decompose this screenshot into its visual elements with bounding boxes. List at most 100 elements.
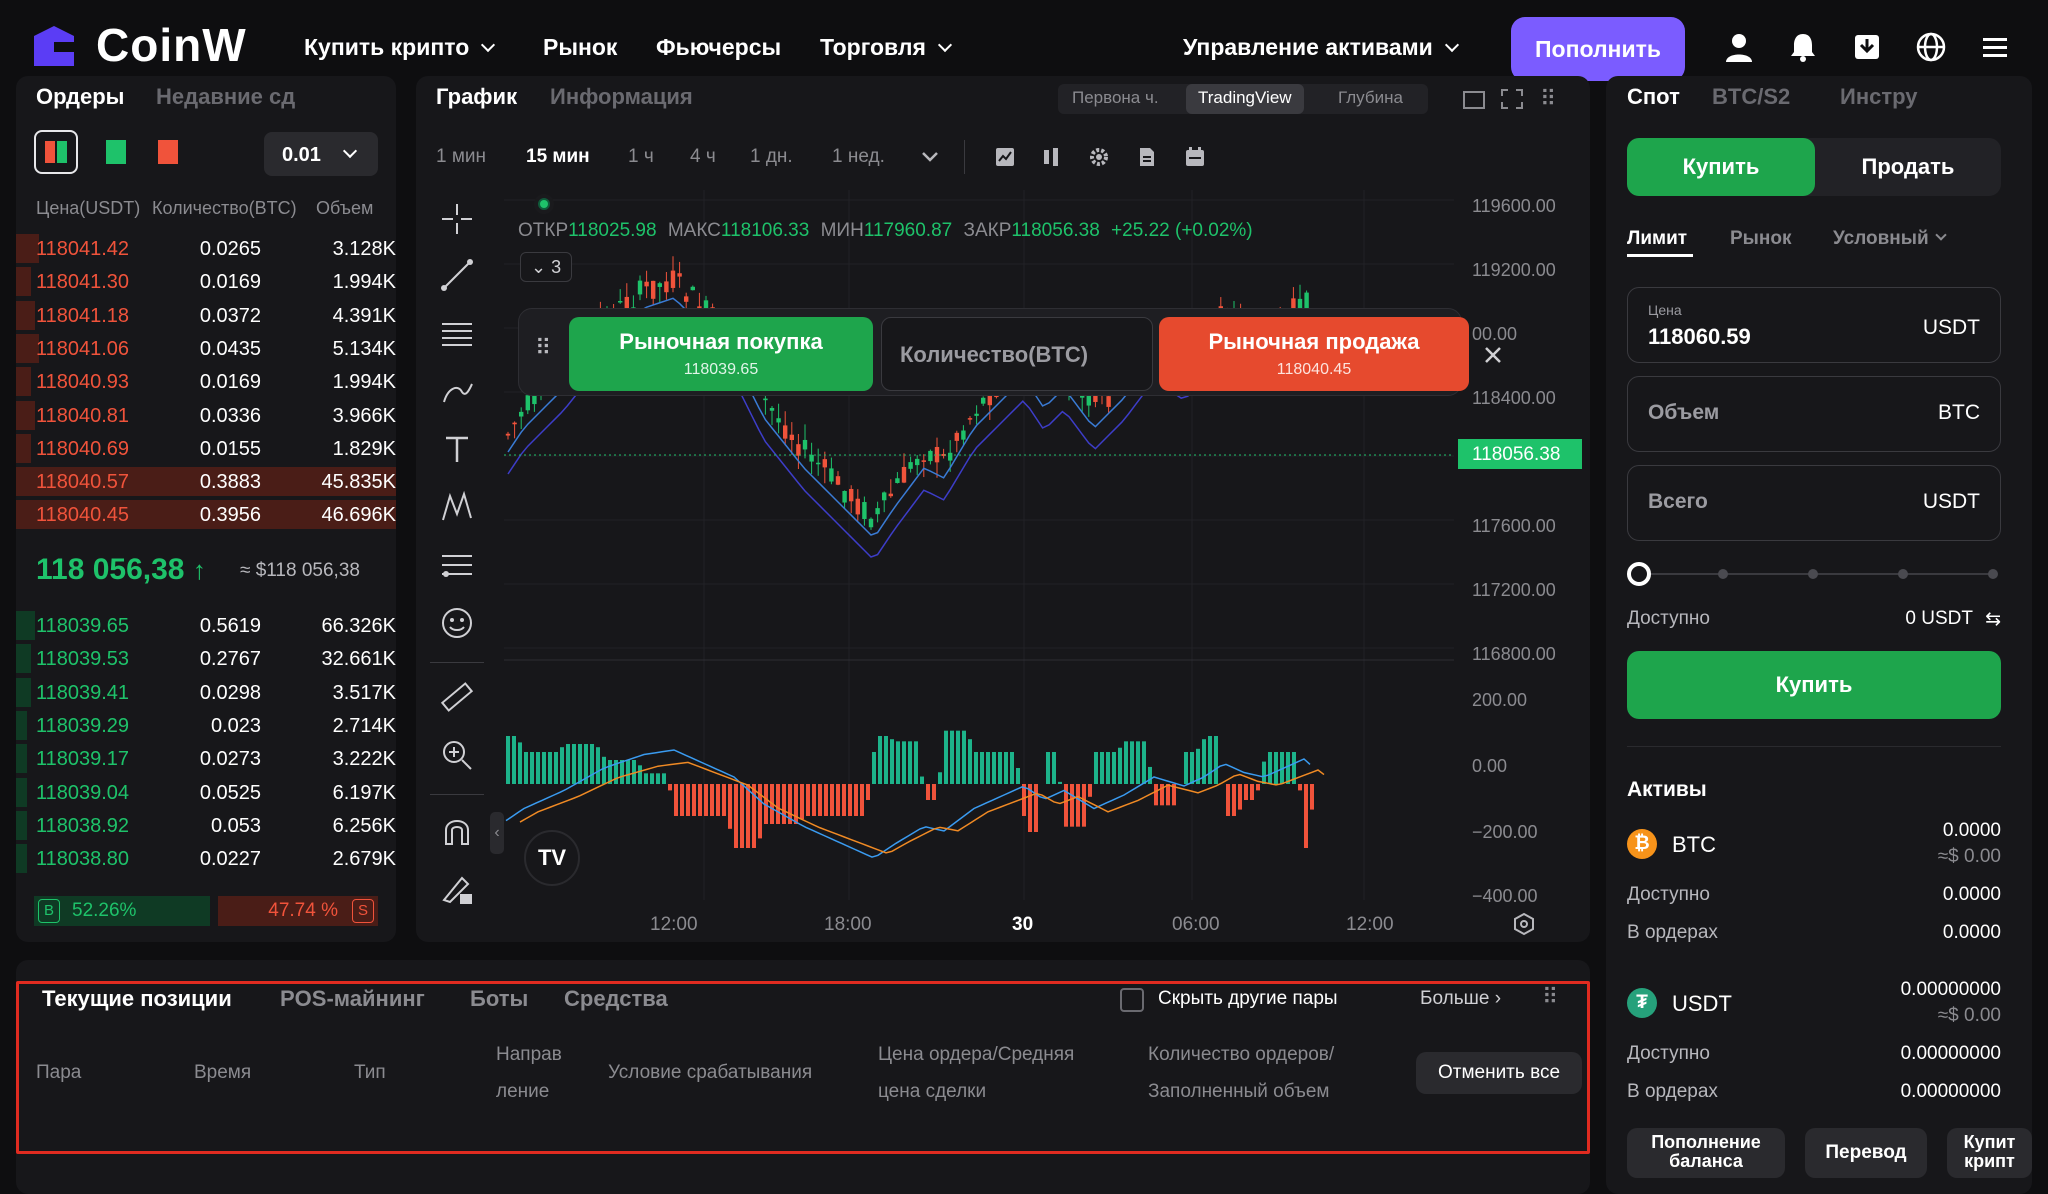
timeframe-2[interactable]: 1 ч: [628, 146, 654, 168]
menu-icon[interactable]: [1978, 30, 2012, 64]
bid-row[interactable]: 118039.65 0.5619 66.326K: [16, 609, 396, 642]
text-tool-icon[interactable]: [440, 432, 474, 466]
candles-icon[interactable]: [1040, 146, 1062, 168]
magnet-icon[interactable]: [440, 814, 474, 848]
nav-trading[interactable]: Торговля: [820, 34, 952, 61]
indicators-toggle[interactable]: ⌄ 3: [520, 252, 572, 282]
ruler-icon[interactable]: [440, 680, 474, 714]
lock-drawing-icon[interactable]: [440, 872, 474, 906]
ask-row[interactable]: 118040.69 0.0155 1.829K: [16, 432, 396, 465]
tab-info[interactable]: Информация: [550, 84, 693, 110]
total-field[interactable]: Всего USDT: [1627, 465, 2001, 541]
tab-spot[interactable]: Спот: [1627, 84, 1680, 110]
timeframe-0[interactable]: 1 мин: [436, 146, 486, 168]
bid-row[interactable]: 118039.41 0.0298 3.517K: [16, 676, 396, 709]
buy-tab[interactable]: Купить: [1627, 138, 1815, 196]
order-type-conditional[interactable]: Условный: [1833, 228, 1947, 250]
ask-row[interactable]: 118041.06 0.0435 5.134K: [16, 332, 396, 365]
bid-row[interactable]: 118039.17 0.0273 3.222K: [16, 742, 396, 775]
view-both-button[interactable]: [34, 130, 78, 174]
collapse-toolbar-button[interactable]: ‹: [490, 812, 504, 854]
market-sell-button[interactable]: Рыночная продажа 118040.45: [1159, 317, 1469, 391]
more-link[interactable]: Больше ›: [1420, 988, 1501, 1010]
transfer-icon[interactable]: ⇆: [1985, 608, 2001, 631]
drag-handle-icon[interactable]: ⠿: [1542, 984, 1558, 1010]
tab-current-positions[interactable]: Текущие позиции: [42, 986, 232, 1012]
hide-pairs-label[interactable]: Скрыть другие пары: [1158, 988, 1338, 1010]
emoji-icon[interactable]: [440, 606, 474, 640]
slider-handle[interactable]: [1627, 562, 1651, 586]
deposit-balance-button[interactable]: Пополнение баланса: [1627, 1128, 1785, 1178]
tab-pos-mining[interactable]: POS-майнинг: [280, 986, 425, 1012]
view-tradingview[interactable]: TradingView: [1186, 84, 1304, 114]
crosshair-icon[interactable]: [440, 202, 474, 236]
nav-buy-crypto[interactable]: Купить крипто: [304, 34, 496, 61]
quick-qty-input[interactable]: Количество(BTC): [881, 317, 1153, 391]
timeframe-4[interactable]: 1 дн.: [750, 146, 793, 168]
order-type-market[interactable]: Рынок: [1730, 228, 1792, 250]
chevron-down-icon[interactable]: [918, 146, 942, 168]
ask-row[interactable]: 118040.45 0.3956 46.696K: [16, 498, 396, 531]
deposit-button[interactable]: Пополнить: [1511, 17, 1685, 81]
tab-funds[interactable]: Средства: [564, 986, 668, 1012]
ask-row[interactable]: 118040.81 0.0336 3.966K: [16, 399, 396, 432]
submit-buy-button[interactable]: Купить: [1627, 651, 2001, 719]
document-icon[interactable]: [1136, 146, 1158, 168]
drag-handle-icon[interactable]: ⠿: [1540, 86, 1556, 112]
chart-type-icon[interactable]: [994, 146, 1016, 168]
brand-name[interactable]: CoinW: [96, 18, 247, 72]
chart-settings-icon[interactable]: [1512, 912, 1536, 936]
market-buy-button[interactable]: Рыночная покупка 118039.65: [569, 317, 873, 391]
calendar-icon[interactable]: [1184, 146, 1206, 168]
tab-recent-trades[interactable]: Недавние сд: [156, 84, 295, 110]
bid-row[interactable]: 118038.92 0.053 6.256K: [16, 809, 396, 842]
tab-tools[interactable]: Инстру: [1840, 84, 1918, 110]
fullscreen-icon[interactable]: [1500, 88, 1524, 110]
user-icon[interactable]: [1722, 30, 1756, 64]
amount-slider[interactable]: [1627, 562, 2001, 586]
ask-row[interactable]: 118040.57 0.3883 45.835K: [16, 465, 396, 498]
hide-pairs-checkbox[interactable]: [1120, 988, 1144, 1012]
precision-select[interactable]: 0.01: [264, 132, 378, 176]
ask-row[interactable]: 118040.93 0.0169 1.994K: [16, 365, 396, 398]
ask-row[interactable]: 118041.18 0.0372 4.391K: [16, 299, 396, 332]
pattern-icon[interactable]: [440, 490, 474, 524]
view-original[interactable]: Первона ч.: [1072, 88, 1159, 108]
bid-row[interactable]: 118039.29 0.023 2.714K: [16, 709, 396, 742]
settings-icon[interactable]: [1088, 146, 1110, 168]
timeframe-1[interactable]: 15 мин: [526, 146, 590, 168]
zoom-in-icon[interactable]: [440, 738, 474, 772]
globe-icon[interactable]: [1914, 30, 1948, 64]
fib-icon[interactable]: [440, 548, 474, 582]
bid-row[interactable]: 118038.80 0.0227 2.679K: [16, 842, 396, 875]
ask-row[interactable]: 118041.30 0.0169 1.994K: [16, 265, 396, 298]
tab-pair[interactable]: BTC/S2: [1712, 84, 1790, 110]
timeframe-3[interactable]: 4 ч: [690, 146, 716, 168]
ask-row[interactable]: 118041.42 0.0265 3.128K: [16, 232, 396, 265]
nav-futures[interactable]: Фьючерсы: [656, 34, 781, 61]
nav-asset-management[interactable]: Управление активами: [1183, 34, 1459, 61]
tab-orders[interactable]: Ордеры: [36, 84, 124, 110]
transfer-button[interactable]: Перевод: [1805, 1128, 1927, 1178]
tab-chart[interactable]: График: [436, 84, 517, 110]
horizontal-lines-icon[interactable]: [440, 316, 474, 350]
bid-row[interactable]: 118039.04 0.0525 6.197K: [16, 776, 396, 809]
drag-handle-icon[interactable]: ⠿: [535, 335, 551, 361]
tab-bots[interactable]: Боты: [470, 986, 528, 1012]
candlestick-chart[interactable]: [504, 190, 1590, 910]
trend-line-icon[interactable]: [440, 258, 474, 292]
brush-icon[interactable]: [440, 374, 474, 408]
view-bids-button[interactable]: [98, 132, 138, 172]
coinw-logo-icon[interactable]: [30, 22, 78, 70]
buy-crypto-button[interactable]: Купит крипт: [1947, 1128, 2032, 1178]
price-field[interactable]: Цена 118060.59 USDT: [1627, 287, 2001, 363]
close-icon[interactable]: [1482, 344, 1504, 366]
download-icon[interactable]: [1850, 30, 1884, 64]
cancel-all-button[interactable]: Отменить все: [1416, 1052, 1582, 1094]
timeframe-5[interactable]: 1 нед.: [832, 146, 885, 168]
view-depth[interactable]: Глубина: [1338, 88, 1403, 108]
bell-icon[interactable]: [1786, 30, 1820, 64]
order-type-limit[interactable]: Лимит: [1627, 228, 1687, 250]
tradingview-logo-icon[interactable]: TV: [524, 830, 580, 886]
nav-market[interactable]: Рынок: [543, 34, 617, 61]
